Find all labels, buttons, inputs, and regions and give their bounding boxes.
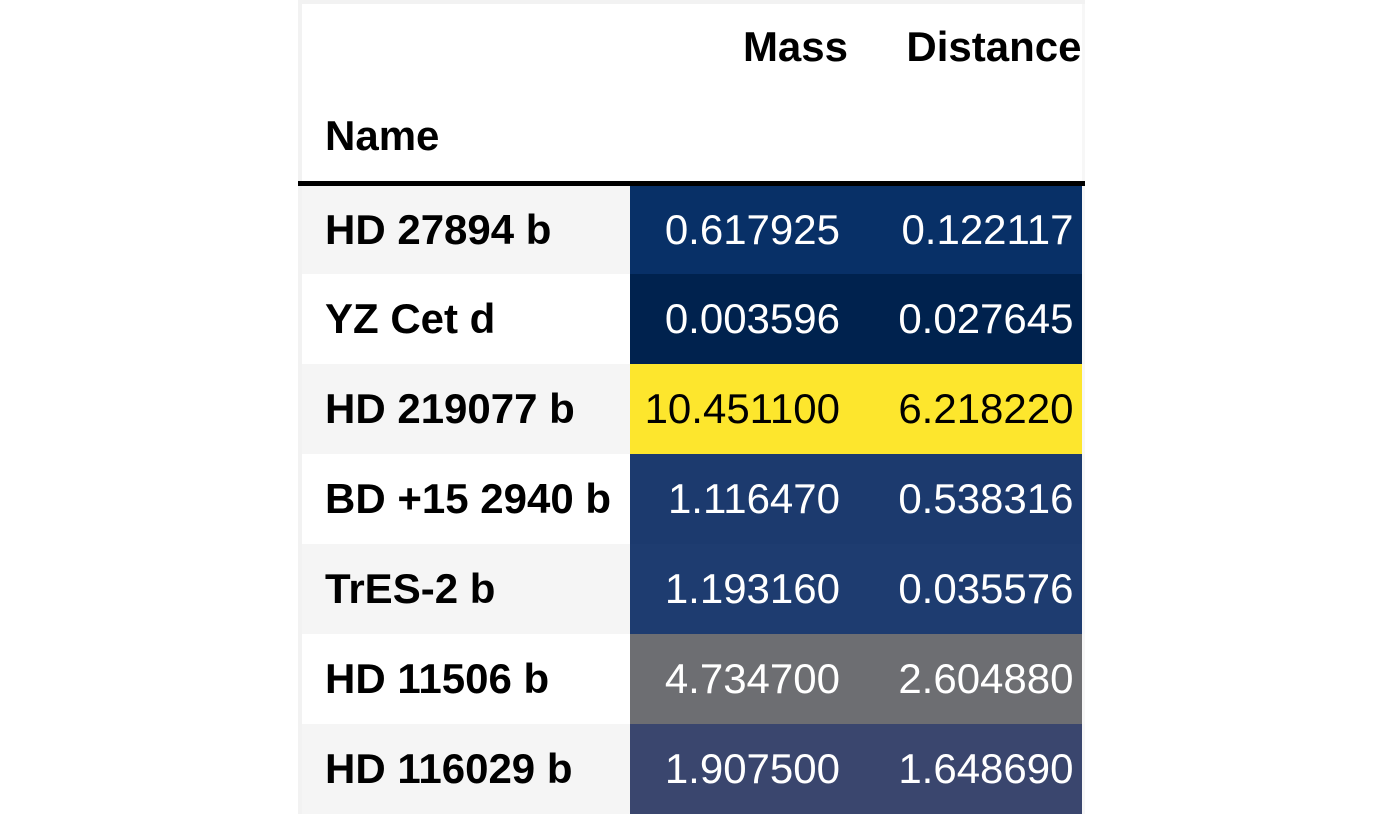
distance-value-cell: 0.122117 [848,183,1083,274]
blank-corner-cell [300,2,630,90]
distance-value-cell: 6.218220 [848,363,1083,454]
index-name-row: Name [300,90,1083,184]
mass-value-cell: 0.003596 [630,273,848,364]
table-row: HD 11506 b 4.734700 2.604880 [300,633,1083,724]
table-row: HD 27894 b 0.617925 0.122117 [300,183,1083,274]
column-header-row: Mass Distance [300,2,1083,90]
row-name-cell: HD 27894 b [300,183,630,274]
notebook-output-area: Mass Distance Name HD 27894 b 0.617925 0.1… [0,0,1388,819]
mass-value-cell: 1.907500 [630,723,848,814]
row-name-cell: TrES-2 b [300,543,630,634]
mass-value-cell: 1.116470 [630,453,848,544]
row-name-cell: BD +15 2940 b [300,453,630,544]
column-header-distance: Distance [848,2,1083,90]
distance-value-cell: 0.538316 [848,453,1083,544]
mass-value-cell: 4.734700 [630,633,848,724]
blank-cell [848,90,1083,184]
table-row: TrES-2 b 1.193160 0.035576 [300,543,1083,634]
table-row: BD +15 2940 b 1.116470 0.538316 [300,453,1083,544]
column-header-mass: Mass [630,2,848,90]
table-header: Mass Distance Name [300,2,1083,184]
row-name-cell: HD 219077 b [300,363,630,454]
distance-value-cell: 0.027645 [848,273,1083,364]
row-name-cell: YZ Cet d [300,273,630,364]
table-row: HD 116029 b 1.907500 1.648690 [300,723,1083,814]
row-name-cell: HD 116029 b [300,723,630,814]
row-name-cell: HD 11506 b [300,633,630,724]
table-row: YZ Cet d 0.003596 0.027645 [300,273,1083,364]
distance-value-cell: 2.604880 [848,633,1083,724]
table-body: HD 27894 b 0.617925 0.122117 YZ Cet d 0.0035… [300,183,1083,814]
mass-value-cell: 10.451100 [630,363,848,454]
exoplanet-table: Mass Distance Name HD 27894 b 0.617925 0.1… [298,0,1085,814]
mass-value-cell: 1.193160 [630,543,848,634]
mass-value-cell: 0.617925 [630,183,848,274]
distance-value-cell: 1.648690 [848,723,1083,814]
index-name-label: Name [300,90,630,184]
table-row: HD 219077 b 10.451100 6.218220 [300,363,1083,454]
blank-cell [630,90,848,184]
distance-value-cell: 0.035576 [848,543,1083,634]
